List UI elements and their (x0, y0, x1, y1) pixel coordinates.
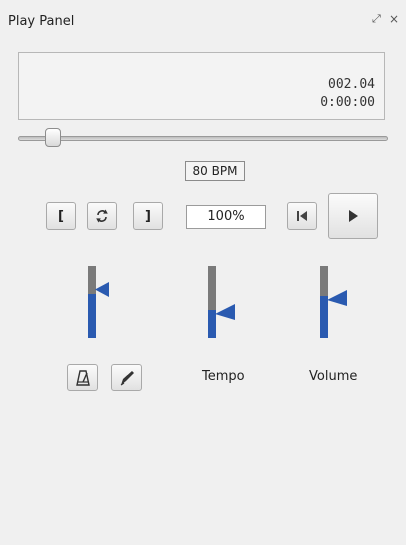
measure-readout: 002.04 (328, 77, 375, 92)
tempo-label: Tempo (202, 369, 245, 384)
position-slider-thumb[interactable] (45, 128, 61, 147)
main-level-slider[interactable] (88, 266, 109, 338)
count-in-button[interactable] (111, 364, 142, 391)
bpm-readout: 80 BPM (185, 161, 245, 181)
loop-icon (96, 209, 108, 223)
play-panel: Play Panel ⤢ × 002.04 0:00:00 80 BPM [ ]… (0, 0, 406, 403)
close-icon[interactable]: × (389, 12, 399, 26)
volume-slider-flag[interactable] (327, 290, 347, 306)
main-level-slider-flag[interactable] (95, 282, 109, 297)
title-bar: Play Panel ⤢ × (0, 0, 406, 40)
play-icon (349, 210, 358, 222)
play-button[interactable] (328, 193, 378, 239)
tempo-percent-field[interactable]: 100% (186, 205, 266, 229)
time-readout: 0:00:00 (320, 95, 375, 110)
loop-in-label: [ (58, 208, 64, 224)
metronome-icon (75, 369, 90, 386)
rewind-to-start-icon (297, 211, 307, 221)
tempo-slider[interactable] (208, 266, 236, 338)
volume-slider[interactable] (320, 266, 348, 338)
tempo-slider-flag[interactable] (215, 304, 235, 320)
count-in-icon (120, 370, 134, 385)
float-icon[interactable]: ⤢ (372, 12, 381, 26)
metronome-button[interactable] (67, 364, 98, 391)
rewind-to-start-button[interactable] (287, 202, 317, 230)
volume-label: Volume (309, 369, 358, 384)
loop-out-button[interactable]: ] (133, 202, 163, 230)
loop-toggle-button[interactable] (87, 202, 117, 230)
loop-out-label: ] (145, 208, 151, 224)
position-slider-track[interactable] (18, 136, 388, 141)
position-display: 002.04 0:00:00 (18, 52, 385, 120)
panel-title: Play Panel (8, 14, 75, 29)
loop-in-button[interactable]: [ (46, 202, 76, 230)
